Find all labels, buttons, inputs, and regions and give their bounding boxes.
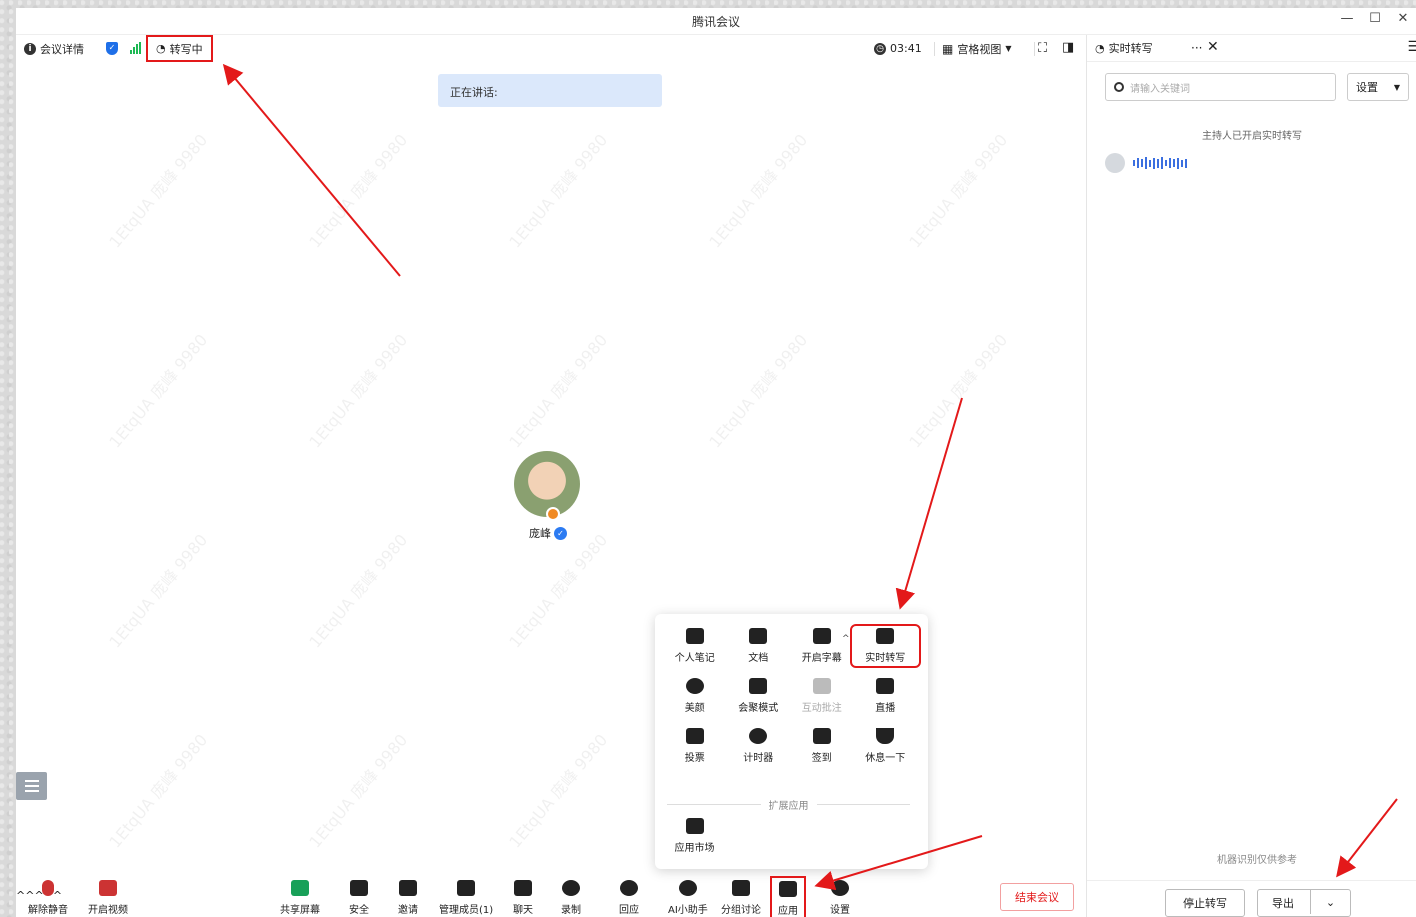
arrow-to-realtime-transcribe [895,397,963,610]
annotation-arrows [1336,798,1398,878]
meeting-window: 腾讯会议 — ☐ ✕ i 会议详情 ✓ ◔ 转写中 ◷ 03:41 ▦ 宫格视图… [16,8,1416,917]
arrow-to-export-button [1336,798,1398,878]
transcription-panel: ◔ 实时转写 ··· ✕ ☰ 请输入关键词 设置 ▼ 主持人已开启实时转写 机器… [1086,35,1416,917]
arrow-to-transcribing-status [222,63,401,277]
arrow-to-apps-button [814,835,983,891]
